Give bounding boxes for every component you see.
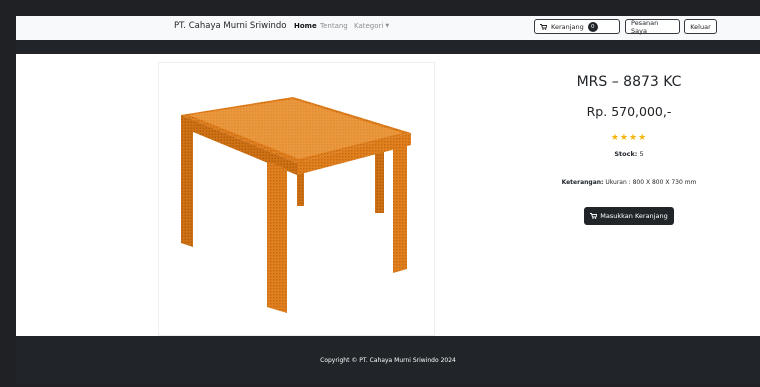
my-orders-button[interactable]: Pesanan Saya [625, 19, 680, 35]
chevron-down-icon: ▼ [385, 23, 390, 29]
navbar: PT. Cahaya Murni Sriwindo Home Tentang K… [16, 16, 760, 41]
app-window: PT. Cahaya Murni Sriwindo Home Tentang K… [0, 0, 760, 387]
stock-value: 5 [639, 150, 644, 158]
rating-stars: ★★★★ [610, 133, 648, 143]
stock-label: Stock: [614, 150, 638, 158]
logout-button[interactable]: Keluar [684, 19, 717, 34]
description-label: Keterangan: [561, 179, 604, 186]
nav-about-link[interactable]: Tentang [320, 22, 348, 30]
cart-icon [540, 23, 547, 30]
cart-button-label: Keranjang [551, 22, 584, 31]
header-divider [16, 40, 760, 54]
nav-category-dropdown[interactable]: Kategori ▼ [354, 22, 389, 30]
stock-info: Stock: 5 [484, 150, 760, 158]
nav-category-label: Kategori [354, 22, 384, 30]
product-detail-section: MRS – 8873 KC Rp. 570,000,- ★★★★ Stock: … [16, 54, 760, 336]
nav-home-link[interactable]: Home [294, 22, 317, 30]
navbar-brand[interactable]: PT. Cahaya Murni Sriwindo [174, 21, 286, 31]
description-value: Ukuran : 800 X 800 X 730 mm [605, 179, 697, 186]
cart-button[interactable]: Keranjang 0 [534, 19, 620, 34]
add-to-cart-button[interactable]: Masukkan Keranjang [584, 207, 674, 225]
cart-count-badge: 0 [587, 21, 598, 32]
product-info: MRS – 8873 KC Rp. 570,000,- ★★★★ Stock: … [484, 72, 760, 225]
product-title: MRS – 8873 KC [576, 74, 682, 90]
footer: Copyright © PT. Cahaya Murni Sriwindo 20… [16, 336, 760, 384]
add-to-cart-label: Masukkan Keranjang [600, 212, 668, 220]
product-price: Rp. 570,000,- [586, 104, 672, 119]
product-table-illustration [181, 97, 411, 313]
footer-copyright: Copyright © PT. Cahaya Murni Sriwindo 20… [320, 356, 456, 364]
cart-icon [590, 213, 598, 219]
product-description: Keterangan: Ukuran : 800 X 800 X 730 mm [484, 179, 760, 186]
product-image [158, 62, 435, 336]
